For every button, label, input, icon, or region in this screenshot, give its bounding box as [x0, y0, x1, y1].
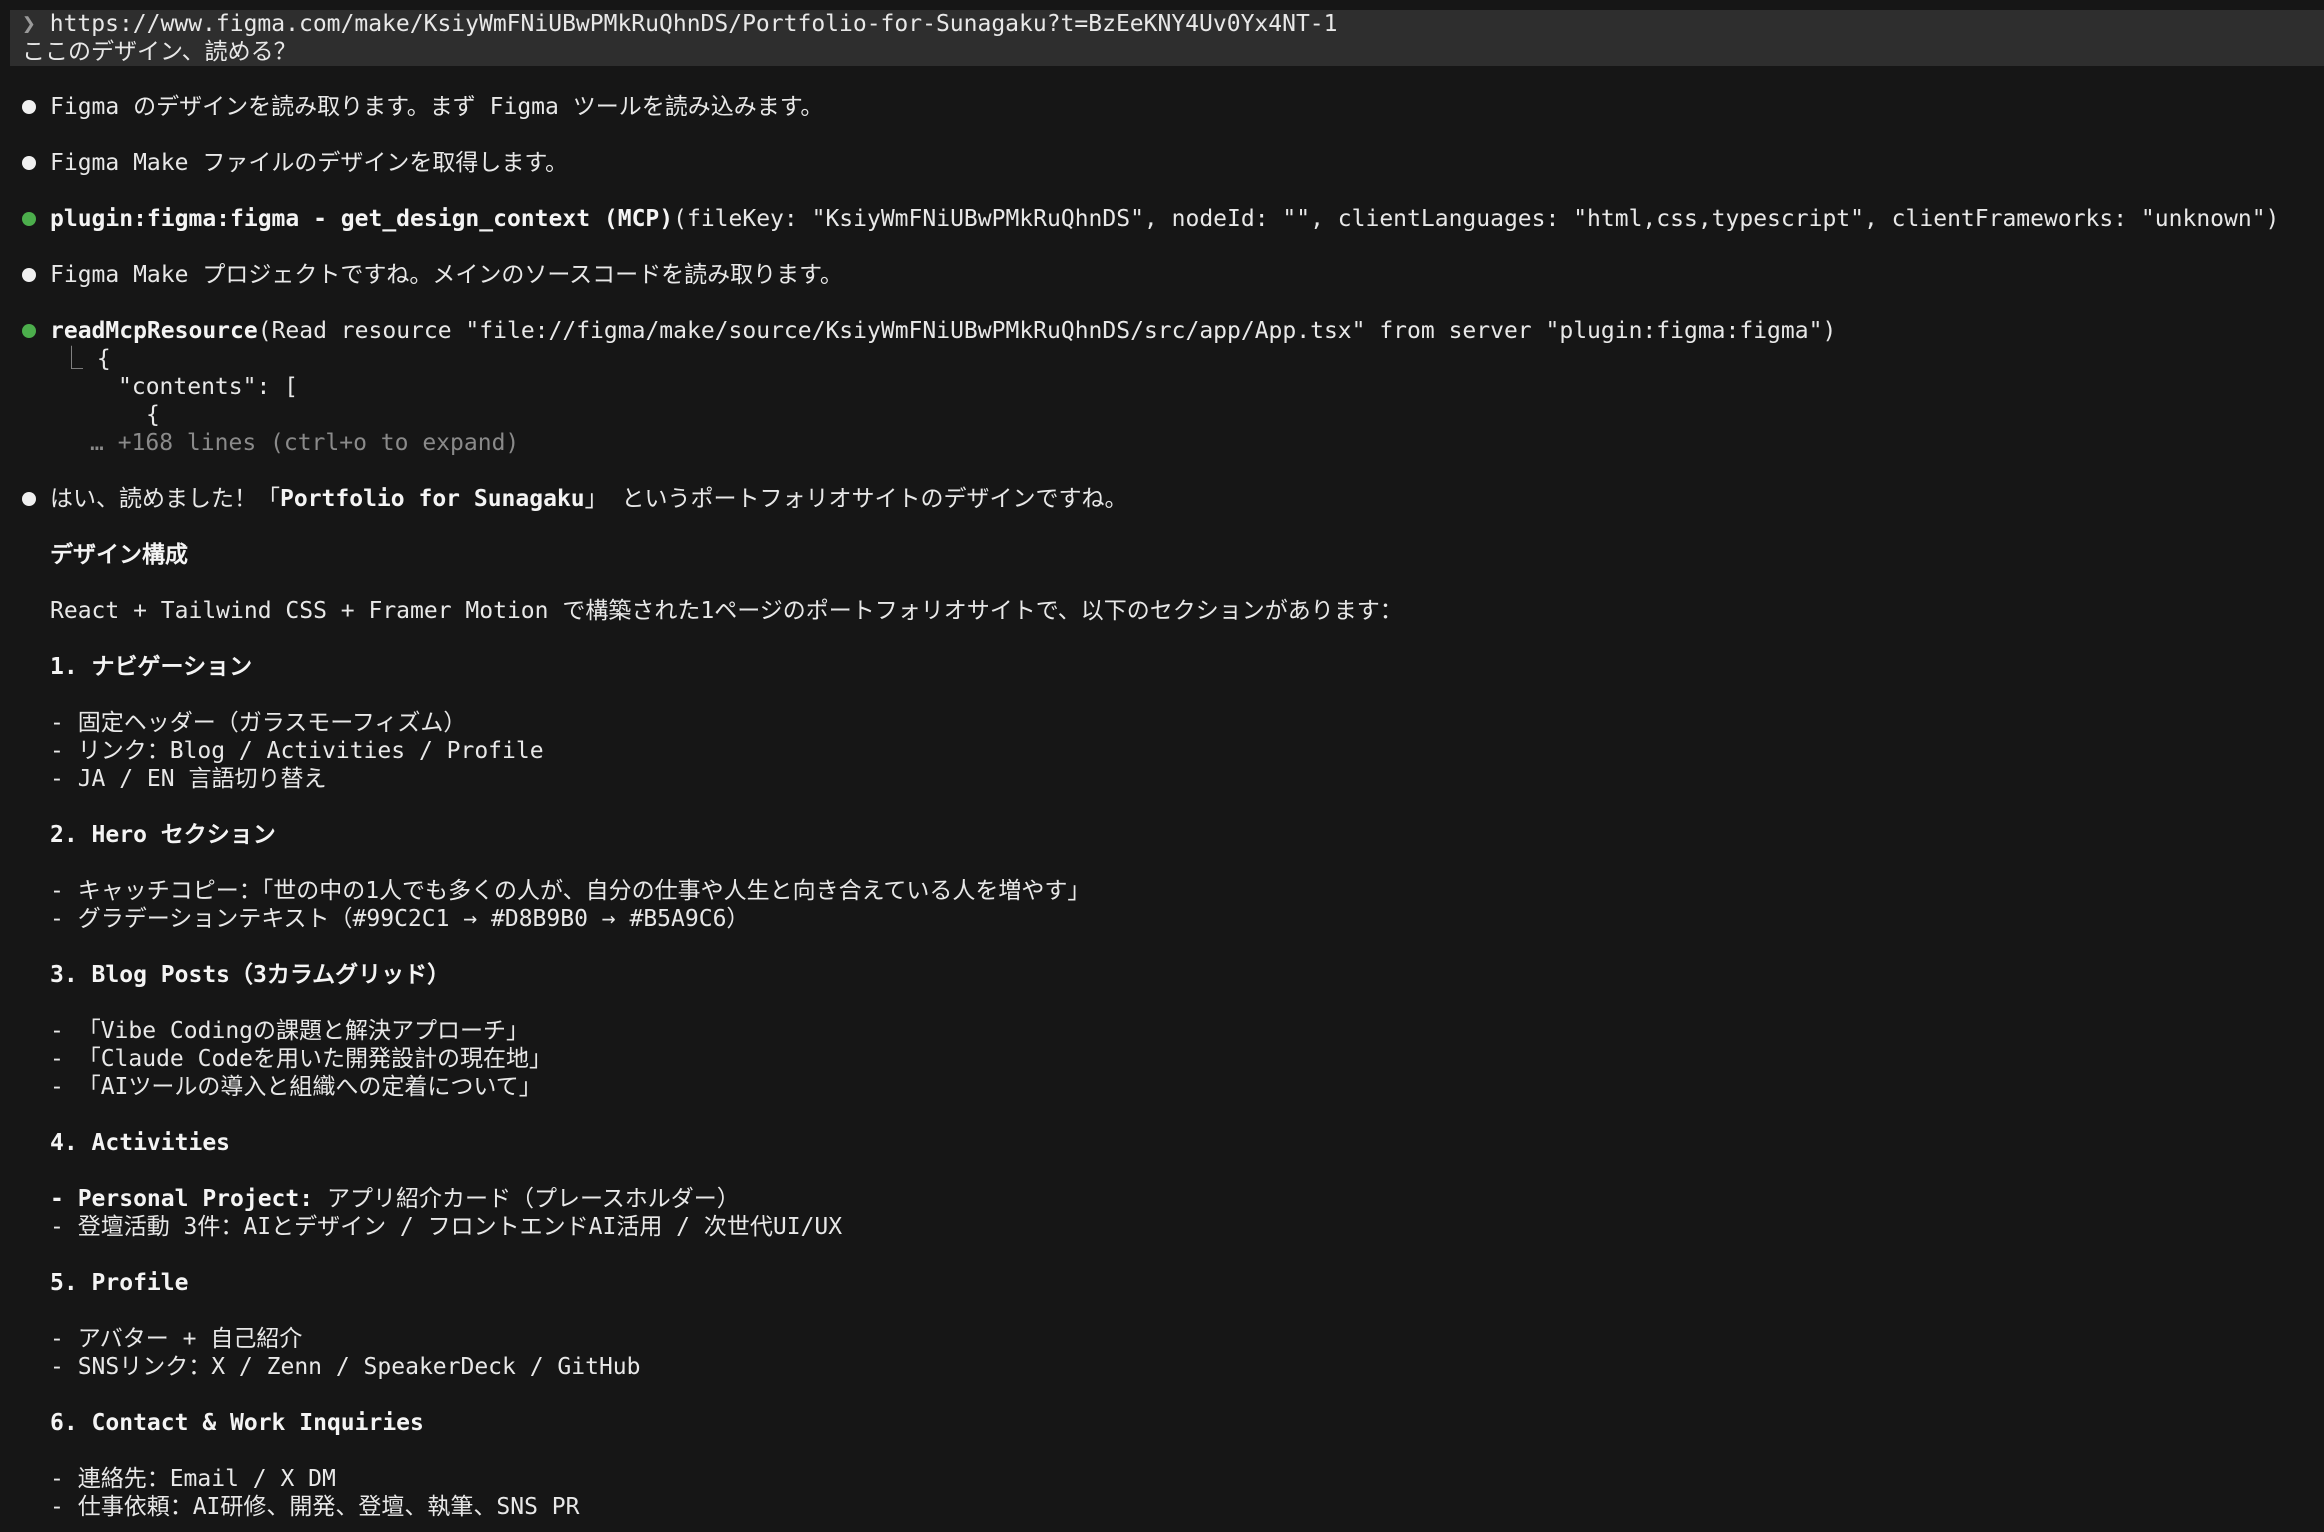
list-item: - SNSリンク：X / Zenn / SpeakerDeck / GitHub [50, 1354, 641, 1380]
tool-call-line[interactable]: readMcpResource(Read resource "file://fi… [50, 317, 1836, 345]
list-item: - 登壇活動 3件：AIとデザイン / フロントエンドAI活用 / 次世代UI/… [50, 1214, 843, 1240]
tool-call-args: (Read resource "file://figma/make/source… [257, 318, 1837, 344]
section-title: 1. ナビゲーション [50, 654, 253, 680]
assistant-message: Figma Make プロジェクトですね。メインのソースコードを読み取ります。 [50, 262, 843, 288]
tool-call-args: (fileKey: "KsiyWmFNiUBwPMkRuQhnDS", node… [673, 206, 2280, 232]
message-bullet-icon [22, 100, 36, 114]
expand-collapsed-output[interactable]: … +168 lines (ctrl+o to expand) [90, 429, 519, 457]
tool-output-line: ⎿ { [60, 346, 111, 372]
section-title: 6. Contact & Work Inquiries [50, 1410, 424, 1436]
user-prompt-question: ここのデザイン、読める？ [22, 39, 297, 65]
tool-output-line: "contents": [ [118, 374, 299, 400]
list-item: - 「Vibe Codingの課題と解決アプローチ」 [50, 1018, 530, 1044]
list-item: - リンク：Blog / Activities / Profile [50, 738, 544, 764]
summary-text: React + Tailwind CSS + Framer Motion で構築… [50, 598, 1403, 624]
user-prompt-url-line: ❯ https://www.figma.com/make/KsiyWmFNiUB… [22, 10, 1338, 38]
tree-branch-icon: ⎿ [60, 346, 83, 372]
assistant-answer-intro: はい、読めました！「Portfolio for Sunagaku」 というポート… [50, 486, 1128, 512]
prompt-chevron-icon: ❯ [22, 11, 36, 37]
tool-call-name: plugin:figma:figma - get_design_context … [50, 206, 674, 232]
section-title: 2. Hero セクション [50, 822, 276, 848]
list-item: - Personal Project: アプリ紹介カード（プレースホルダー） [50, 1186, 740, 1212]
prompt-url[interactable]: https://www.figma.com/make/KsiyWmFNiUBwP… [50, 11, 1338, 37]
section-title: 4. Activities [50, 1130, 231, 1156]
tool-output-line: { [146, 402, 160, 428]
section-title: 3. Blog Posts（3カラムグリッド） [50, 962, 451, 988]
tool-call-line[interactable]: plugin:figma:figma - get_design_context … [50, 205, 2279, 233]
list-item: - JA / EN 言語切り替え [50, 766, 327, 792]
message-bullet-icon [22, 156, 36, 170]
list-item: - 「Claude Codeを用いた開発設計の現在地」 [50, 1046, 553, 1072]
tool-call-status-icon [22, 212, 36, 226]
list-item: - グラデーションテキスト（#99C2C1 → #D8B9B0 → #B5A9C… [50, 906, 750, 932]
section-heading: デザイン構成 [50, 542, 188, 568]
message-bullet-icon [22, 268, 36, 282]
tool-call-status-icon [22, 324, 36, 338]
message-bullet-icon [22, 492, 36, 506]
tool-call-name: readMcpResource [50, 318, 258, 344]
list-item: - 「AIツールの導入と組織への定着について」 [50, 1074, 542, 1100]
assistant-message: Figma Make ファイルのデザインを取得します。 [50, 150, 569, 176]
list-item: - アバター + 自己紹介 [50, 1326, 303, 1352]
list-item: - キャッチコピー：「世の中の1人でも多くの人が、自分の仕事や人生と向き合えてい… [50, 878, 1091, 904]
project-title: Portfolio for Sunagaku [280, 486, 585, 512]
list-item: - 仕事依頼：AI研修、開発、登壇、執筆、SNS PR [50, 1494, 580, 1520]
list-item: - 連絡先：Email / X DM [50, 1466, 336, 1492]
assistant-message: Figma のデザインを読み取ります。まず Figma ツールを読み込みます。 [50, 94, 824, 120]
list-item: - 固定ヘッダー（ガラスモーフィズム） [50, 710, 467, 736]
section-title: 5. Profile [50, 1270, 189, 1296]
